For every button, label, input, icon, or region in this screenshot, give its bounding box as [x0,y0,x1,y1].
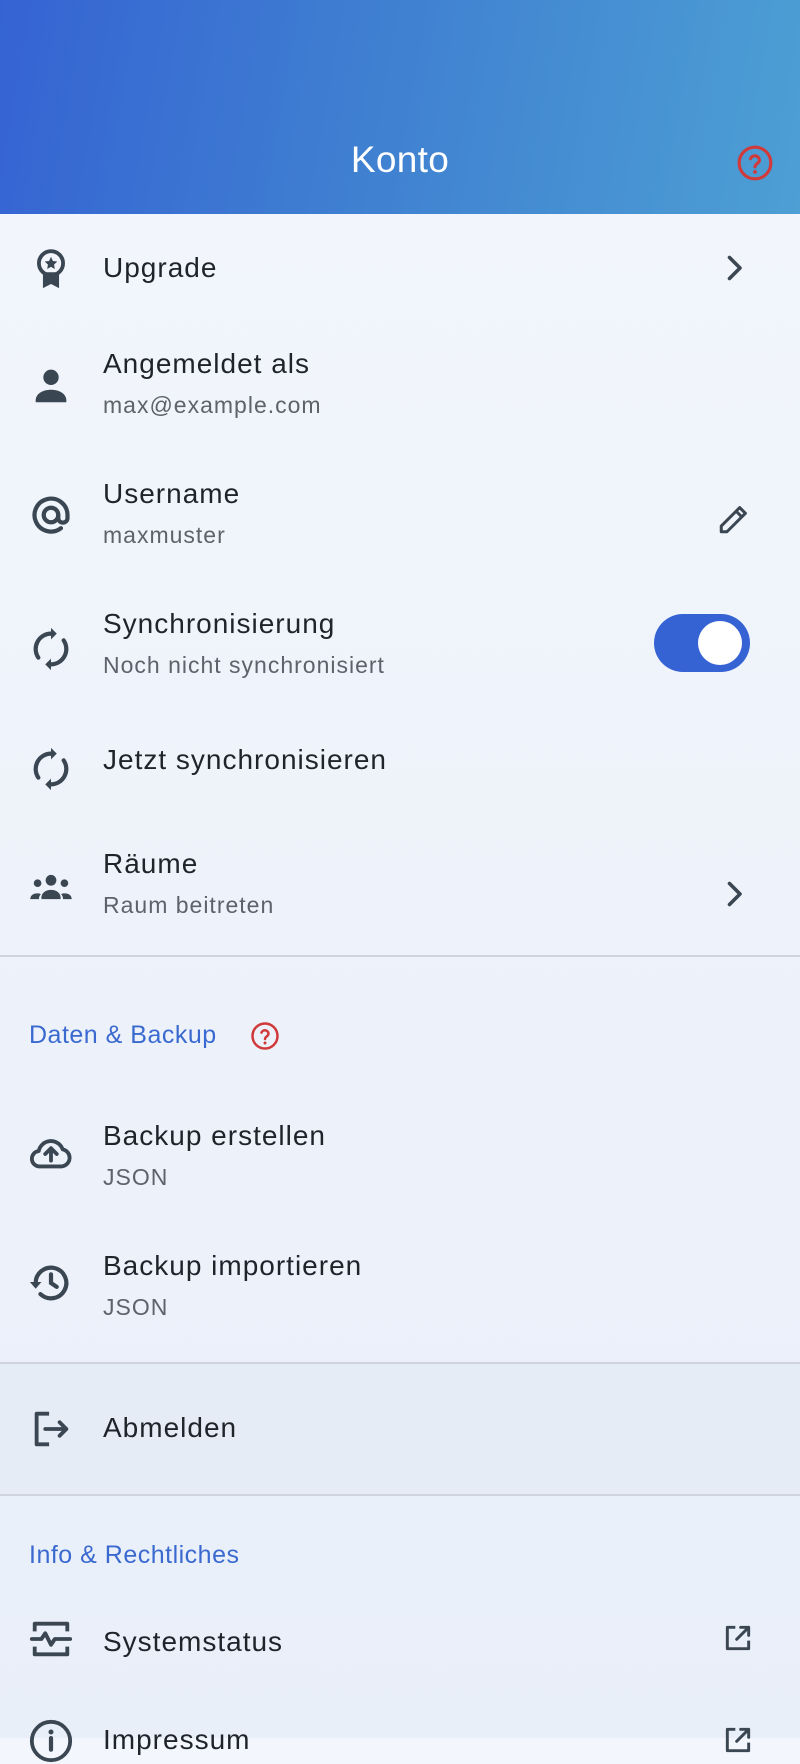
upgrade-row[interactable]: Upgrade [0,214,800,324]
sync-status: Noch nicht synchronisiert [103,652,385,678]
sync-now-title: Jetzt synchronisieren [103,744,388,775]
activity-pulse-icon [28,1616,74,1662]
history-icon [28,1260,74,1306]
section-label-backup: Daten & Backup [29,1021,217,1049]
backup-import-title: Backup importieren [103,1250,363,1281]
imprint-title: Impressum [103,1724,251,1755]
logout-row[interactable]: Abmelden [0,1364,800,1494]
upgrade-title: Upgrade [103,252,218,283]
sync-toggle-knob [698,621,742,665]
rooms-subtitle: Raum beitreten [103,892,275,918]
rooms-title: Räume [103,848,199,879]
help-circle-icon[interactable] [250,1021,280,1051]
external-link-icon [722,1724,754,1756]
pencil-edit-icon[interactable] [716,501,752,537]
backup-import-format: JSON [103,1294,169,1320]
section-label-info: Info & Rechtliches [29,1541,240,1569]
backup-create-format: JSON [103,1164,169,1190]
signed-in-email: max@example.com [103,392,322,418]
backup-import-row[interactable]: Backup importieren JSON [0,1218,800,1358]
sync-title: Synchronisierung [103,608,336,639]
username-value: maxmuster [103,522,226,548]
chevron-right-icon [716,876,752,912]
imprint-row[interactable]: Impressum [0,1690,800,1763]
signed-in-title: Angemeldet als [103,348,311,379]
sync-icon [28,746,74,792]
backup-create-title: Backup erstellen [103,1120,327,1151]
system-status-row[interactable]: Systemstatus [0,1590,800,1690]
section-divider [0,1494,800,1496]
group-icon [28,864,74,910]
sync-now-row[interactable]: Jetzt synchronisieren [0,714,800,824]
sync-icon [28,626,74,672]
backup-create-row[interactable]: Backup erstellen JSON [0,1088,800,1218]
rooms-row[interactable]: Räume Raum beitreten [0,824,800,954]
logout-title: Abmelden [103,1412,238,1443]
help-circle-icon[interactable] [736,144,774,182]
signed-in-row: Angemeldet als max@example.com [0,324,800,454]
award-badge-icon [28,246,74,292]
system-status-title: Systemstatus [103,1626,284,1657]
section-divider [0,955,800,957]
at-sign-icon [28,492,74,538]
sync-toggle[interactable] [654,614,750,672]
sync-row[interactable]: Synchronisierung Noch nicht synchronisie… [0,584,800,714]
person-icon [28,362,74,408]
page-title: Konto [350,139,450,180]
chevron-right-icon [716,250,752,286]
username-title: Username [103,478,241,509]
external-link-icon [722,1622,754,1654]
cloud-upload-icon [28,1130,74,1176]
app-header: Konto [0,0,800,214]
info-circle-icon [28,1718,74,1764]
logout-icon [28,1406,74,1452]
username-row[interactable]: Username maxmuster [0,454,800,584]
